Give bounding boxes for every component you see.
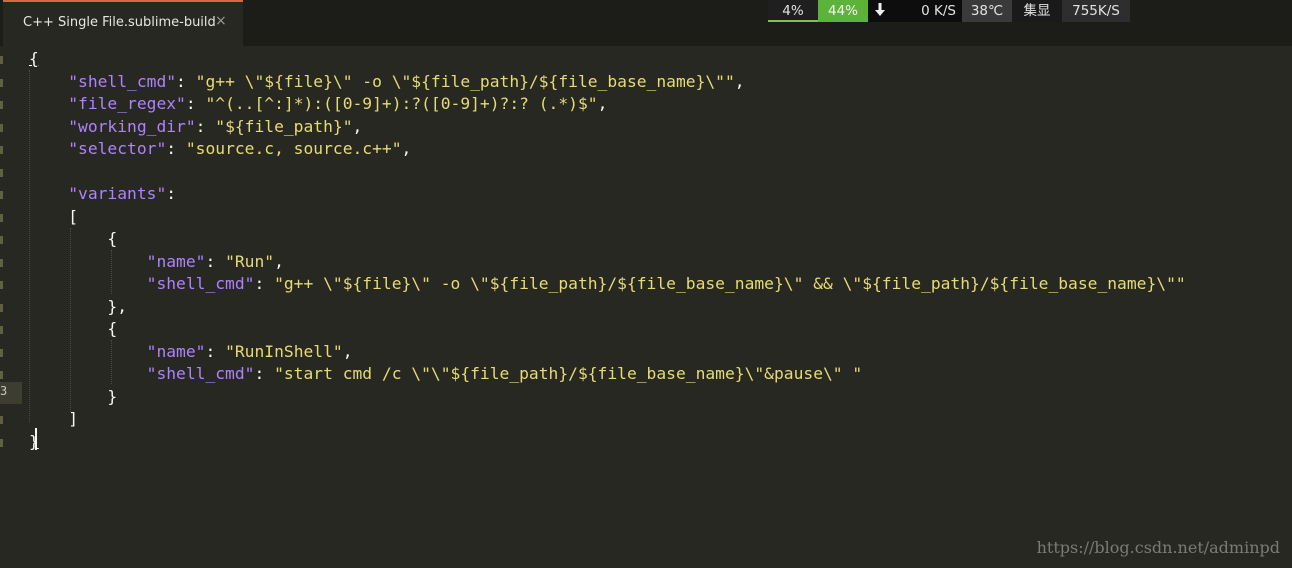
gutter-mark xyxy=(0,438,3,447)
code-token: "shell_cmd" xyxy=(146,274,255,293)
system-monitor: 4% 44% 0 K/S 38℃ 集显 755K/S xyxy=(768,0,1130,22)
gutter-mark xyxy=(0,348,3,357)
gutter-mark xyxy=(0,146,3,154)
gutter-mark xyxy=(0,281,3,289)
code-token: { xyxy=(29,319,118,338)
gutter-mark xyxy=(0,371,3,379)
text-cursor xyxy=(35,428,37,450)
code-line: } xyxy=(29,431,39,453)
code-token: "start cmd /c \"\"${file_path}/${file_ba… xyxy=(274,364,863,383)
code-token: }, xyxy=(29,296,128,316)
gutter-mark xyxy=(0,326,3,334)
current-line-number: 3 xyxy=(0,384,8,398)
code-token: : xyxy=(205,341,226,361)
tab-title: C++ Single File.sublime-build xyxy=(23,15,216,30)
code-line: ] xyxy=(29,408,78,430)
code-token: "g++ \"${file}\" -o \"${file_path}/${fil… xyxy=(195,71,735,91)
code-line: { xyxy=(29,228,117,250)
line-gutter xyxy=(0,46,22,568)
cpu-usage: 4% xyxy=(768,0,818,22)
code-token: : xyxy=(176,71,196,91)
memory-usage: 44% xyxy=(818,0,868,22)
code-token: "g++ \"${file}\" -o \"${file_path}/${fil… xyxy=(274,274,1186,293)
code-token: : xyxy=(166,184,177,203)
code-token: "shell_cmd" xyxy=(146,364,255,383)
code-token: "name" xyxy=(146,251,206,271)
current-line-gutter: 3 xyxy=(0,382,22,404)
code-token: "shell_cmd" xyxy=(68,71,177,91)
gutter-mark xyxy=(0,78,3,87)
gpu-label: 集显 xyxy=(1012,0,1062,22)
gutter-mark xyxy=(0,56,3,64)
code-token: "source.c, source.c++" xyxy=(185,139,402,158)
code-token: "selector" xyxy=(68,139,167,158)
code-token: : xyxy=(254,274,275,293)
code-line: "shell_cmd": "start cmd /c \"\"${file_pa… xyxy=(29,363,863,385)
watermark: https://blog.csdn.net/adminpd xyxy=(1036,538,1280,557)
temperature: 38℃ xyxy=(962,0,1012,22)
code-token: , xyxy=(597,94,608,113)
code-token: , xyxy=(734,71,745,91)
code-line: "working_dir": "${file_path}", xyxy=(29,116,362,138)
code-token: { xyxy=(29,229,118,248)
code-token: "^(..[^:]*):([0-9]+):?([0-9]+)?:? (.*)$" xyxy=(205,94,598,113)
code-token: "RunInShell" xyxy=(225,341,343,361)
gutter-mark xyxy=(0,213,3,222)
code-token: "variants" xyxy=(68,184,167,203)
code-line: }, xyxy=(29,296,127,318)
code-line: { xyxy=(29,48,39,70)
code-token: : xyxy=(254,364,275,383)
gutter-mark xyxy=(0,236,3,244)
code-token: , xyxy=(352,116,363,136)
code-token: "Run" xyxy=(225,251,275,271)
code-line: "shell_cmd": "g++ \"${file}\" -o \"${fil… xyxy=(29,71,745,93)
close-icon[interactable]: × xyxy=(215,13,227,29)
code-line: } xyxy=(29,386,117,408)
gutter-mark xyxy=(0,123,3,132)
code-token: [ xyxy=(29,206,79,226)
gutter-mark xyxy=(0,416,3,424)
code-line: "name": "RunInShell", xyxy=(29,341,353,363)
code-token: : xyxy=(166,139,186,158)
code-token: "name" xyxy=(146,341,206,361)
code-line: "shell_cmd": "g++ \"${file}\" -o \"${fil… xyxy=(29,273,1186,295)
code-token: ] xyxy=(29,409,79,428)
code-line: [ xyxy=(29,206,78,228)
code-token: "working_dir" xyxy=(68,116,196,136)
code-token: : xyxy=(195,116,216,136)
code-line: "file_regex": "^(..[^:]*):([0-9]+):?([0-… xyxy=(29,93,607,115)
code-token: "${file_path}" xyxy=(215,116,353,136)
code-token: } xyxy=(29,431,39,451)
code-line: "variants": xyxy=(29,183,176,205)
gutter-mark xyxy=(0,101,3,109)
code-token: } xyxy=(29,386,118,406)
code-token: , xyxy=(401,139,412,158)
gutter-mark xyxy=(0,258,3,267)
code-token: "file_regex" xyxy=(68,94,186,113)
code-line: "name": "Run", xyxy=(29,251,284,273)
tab-active-file[interactable]: C++ Single File.sublime-build × xyxy=(3,0,243,46)
code-token: : xyxy=(185,94,206,113)
code-line: { xyxy=(29,318,117,340)
gutter-mark xyxy=(0,303,3,312)
upload-speed: 755K/S xyxy=(1062,0,1130,22)
code-line: "selector": "source.c, source.c++", xyxy=(29,138,411,160)
gutter-mark xyxy=(0,191,3,199)
gutter-mark xyxy=(0,168,3,177)
code-token: : xyxy=(205,251,226,271)
arrow-down-icon xyxy=(868,0,892,22)
download-speed: 0 K/S xyxy=(892,0,962,22)
code-token: , xyxy=(342,341,353,361)
code-token: { xyxy=(29,49,39,68)
code-token: , xyxy=(274,251,284,271)
